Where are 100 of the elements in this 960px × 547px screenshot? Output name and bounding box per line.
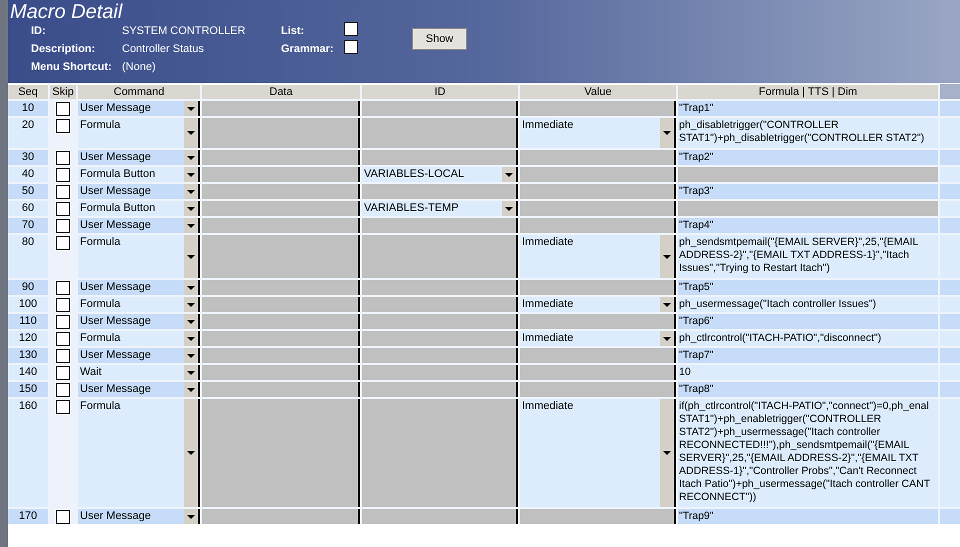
skip-checkbox[interactable] (56, 298, 70, 312)
command-dropdown[interactable]: User Message (78, 382, 200, 397)
value-dropdown[interactable]: Immediate (520, 331, 676, 346)
value-dropdown[interactable]: Immediate (520, 297, 676, 312)
option-checkbox[interactable] (344, 40, 358, 54)
dropdown-arrow-icon[interactable] (505, 172, 513, 176)
formula-cell[interactable]: "Trap8" (678, 382, 938, 397)
command-dropdown[interactable]: User Message (78, 184, 200, 199)
command-dropdown[interactable]: Formula (78, 235, 200, 278)
command-dropdown[interactable]: Formula Button (78, 167, 200, 182)
column-header[interactable]: Data (202, 84, 360, 99)
command-dropdown[interactable]: Formula (78, 297, 200, 312)
skip-checkbox[interactable] (56, 332, 70, 346)
command-dropdown[interactable]: Formula (78, 331, 200, 346)
dropdown-arrow-icon[interactable] (187, 388, 195, 392)
skip-checkbox[interactable] (56, 219, 70, 233)
skip-checkbox[interactable] (56, 400, 70, 414)
skip-checkbox[interactable] (56, 168, 70, 182)
formula-cell[interactable] (678, 201, 938, 216)
formula-cell[interactable]: "Trap7" (678, 348, 938, 363)
row-stripe (940, 218, 960, 233)
formula-cell[interactable]: "Trap3" (678, 184, 938, 199)
id-dropdown[interactable]: VARIABLES-TEMP (362, 201, 518, 216)
skip-checkbox[interactable] (56, 202, 70, 216)
dropdown-arrow-icon[interactable] (187, 451, 195, 455)
command-dropdown[interactable]: User Message (78, 218, 200, 233)
table-cell: 10 (8, 101, 48, 116)
dropdown-arrow-icon[interactable] (187, 131, 195, 135)
show-button[interactable]: Show (412, 28, 467, 50)
command-dropdown[interactable]: Formula Button (78, 201, 200, 216)
dropdown-arrow-icon[interactable] (187, 190, 195, 194)
dropdown-arrow-icon[interactable] (187, 336, 195, 340)
command-dropdown[interactable]: User Message (78, 101, 200, 116)
dropdown-arrow-icon[interactable] (187, 286, 195, 290)
id-dropdown[interactable]: VARIABLES-LOCAL (362, 167, 518, 182)
skip-checkbox[interactable] (56, 281, 70, 295)
column-header[interactable]: Command (78, 84, 200, 99)
column-header[interactable]: Formula | TTS | Dim (678, 84, 938, 99)
skip-checkbox[interactable] (56, 315, 70, 329)
formula-cell[interactable]: ph_usermessage("Itach controller Issues") (678, 297, 938, 312)
skip-checkbox[interactable] (56, 349, 70, 363)
dropdown-arrow-icon[interactable] (187, 354, 195, 358)
row-stripe (940, 382, 960, 397)
command-dropdown[interactable]: Formula (78, 399, 200, 507)
row-stripe (940, 101, 960, 116)
dropdown-arrow-icon[interactable] (187, 106, 195, 110)
skip-checkbox[interactable] (56, 510, 70, 524)
formula-cell[interactable]: if(ph_ctlrcontrol("ITACH-PATIO","connect")=0,ph_enal STAT1")+ph_enabletrigger("CONTROLLER STAT2")+ph_usermessage("Itach controller RECONNECTED!!!"),ph_sendsmtpemail("{EMAIL SERVER}",25,"{EMAIL ADDRESS-2}","{EMAIL TXT ADDRESS-1}","Controller Probs","Can't Reconnect Itach Patio")+ph_usermessage("Itach controller CANT RECONNECT")) (678, 399, 938, 507)
command-dropdown[interactable]: User Message (78, 280, 200, 295)
column-header[interactable]: Skip (50, 84, 76, 99)
column-header[interactable]: ID (362, 84, 518, 99)
formula-cell[interactable] (678, 167, 938, 182)
dropdown-arrow-icon[interactable] (187, 320, 195, 324)
skip-checkbox[interactable] (56, 383, 70, 397)
dropdown-arrow-icon[interactable] (663, 254, 671, 258)
skip-checkbox[interactable] (56, 151, 70, 165)
option-checkbox[interactable] (344, 22, 358, 36)
dropdown-arrow-icon[interactable] (187, 370, 195, 374)
field-label: ID: (31, 24, 46, 39)
dropdown-arrow-icon[interactable] (187, 224, 195, 228)
formula-cell[interactable]: ph_ctlrcontrol("ITACH-PATIO","disconnect") (678, 331, 938, 346)
skip-checkbox[interactable] (56, 236, 70, 250)
formula-cell[interactable]: "Trap5" (678, 280, 938, 295)
dropdown-arrow-icon[interactable] (187, 302, 195, 306)
dropdown-arrow-icon[interactable] (663, 451, 671, 455)
dropdown-arrow-icon[interactable] (187, 156, 195, 160)
command-dropdown[interactable]: User Message (78, 509, 200, 524)
formula-cell[interactable]: "Trap1" (678, 101, 938, 116)
skip-checkbox[interactable] (56, 119, 70, 133)
formula-cell[interactable]: ph_sendsmtpemail("{EMAIL SERVER}",25,"{EMAIL ADDRESS-2}","{EMAIL TXT ADDRESS-1}","Itach Issues","Trying to Restart Itach") (678, 235, 938, 278)
formula-cell[interactable]: 10 (678, 365, 938, 380)
command-dropdown[interactable]: Formula (78, 118, 200, 148)
column-header[interactable]: Seq (8, 84, 48, 99)
dropdown-arrow-icon[interactable] (187, 206, 195, 210)
formula-cell[interactable]: "Trap2" (678, 150, 938, 165)
dropdown-arrow-icon[interactable] (663, 302, 671, 306)
value-dropdown[interactable]: Immediate (520, 235, 676, 278)
formula-cell[interactable]: "Trap6" (678, 314, 938, 329)
skip-checkbox[interactable] (56, 366, 70, 380)
value-dropdown[interactable]: Immediate (520, 399, 676, 507)
dropdown-arrow-icon[interactable] (663, 131, 671, 135)
dropdown-arrow-icon[interactable] (187, 172, 195, 176)
column-header[interactable]: Value (520, 84, 676, 99)
dropdown-arrow-icon[interactable] (187, 254, 195, 258)
table-cell: 140 (8, 365, 48, 380)
field-value: (None) (122, 60, 156, 75)
skip-checkbox[interactable] (56, 102, 70, 116)
command-dropdown[interactable]: User Message (78, 150, 200, 165)
command-dropdown[interactable]: Wait (78, 365, 200, 380)
field-value: Controller Status (122, 42, 204, 57)
formula-cell[interactable]: "Trap4" (678, 218, 938, 233)
dropdown-arrow-icon[interactable] (187, 514, 195, 518)
dropdown-arrow-icon[interactable] (505, 206, 513, 210)
formula-cell[interactable]: "Trap9" (678, 509, 938, 524)
value-dropdown[interactable]: Immediate (520, 118, 676, 148)
formula-cell[interactable]: ph_disabletrigger("CONTROLLER STAT1")+ph_disabletrigger("CONTROLLER STAT2") (678, 118, 938, 148)
command-dropdown[interactable]: User Message (78, 314, 200, 329)
command-dropdown[interactable]: User Message (78, 348, 200, 363)
dropdown-arrow-icon[interactable] (663, 336, 671, 340)
skip-checkbox[interactable] (56, 185, 70, 199)
